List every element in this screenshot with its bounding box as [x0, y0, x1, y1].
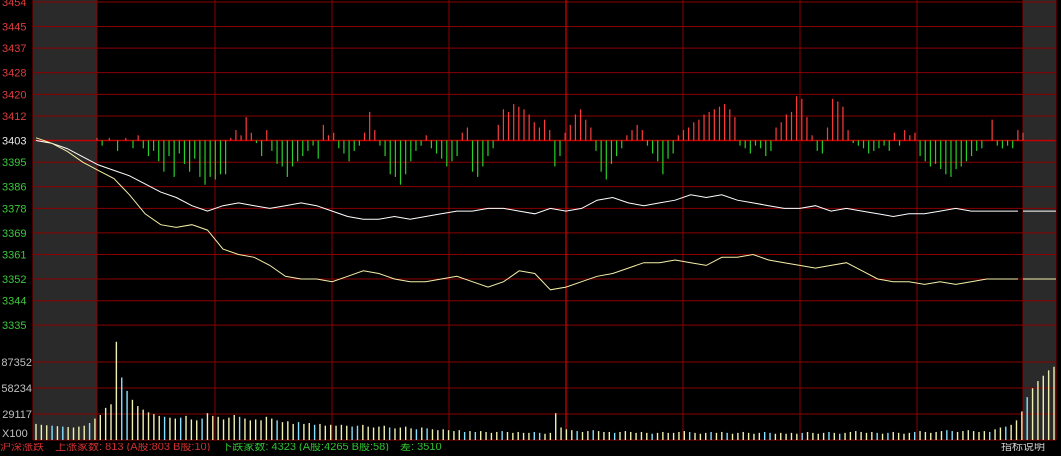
- session-shade: [33, 0, 1056, 440]
- volume-scale-label: X100: [2, 428, 28, 440]
- series-line-0: [35, 140, 1018, 220]
- status-diff: 差: 3510: [399, 443, 442, 451]
- price-tick-label: 3437: [2, 43, 26, 55]
- price-tick-label: 3412: [2, 111, 26, 123]
- price-tick-label: 3369: [2, 228, 26, 240]
- price-tick-label: 3428: [2, 68, 26, 80]
- post-session-shade: [1023, 0, 1056, 440]
- breadth-bars: [96, 96, 1024, 185]
- axis-ticks: 3454 3445 3437 3428 3420 3412 3403 3395 3386 3378…: [1, 0, 32, 421]
- intraday-chart[interactable]: 3454 3445 3437 3428 3420 3412 3403 3395 3386 3378…: [0, 0, 1061, 451]
- price-tick-label: 3361: [2, 250, 26, 262]
- price-tick-label: 3352: [2, 274, 26, 286]
- indicator-help-link[interactable]: 指标说明: [1001, 443, 1045, 451]
- chart-canvas[interactable]: 3454 3445 3437 3428 3420 3412 3403 3395 3386 3378…: [0, 0, 1061, 451]
- volume-bars: [35, 341, 1055, 440]
- status-up-count: 上涨家数: 813 (A股:803 B股:10): [55, 443, 211, 451]
- price-tick-label: 3420: [2, 89, 26, 101]
- series-line-1: [35, 137, 1018, 291]
- price-tick-label: 3386: [2, 182, 26, 194]
- price-tick-label: 3445: [2, 21, 26, 33]
- price-tick-label: 3454: [2, 0, 26, 9]
- price-tick-label: 3378: [2, 203, 26, 215]
- price-tick-label: 3335: [2, 320, 26, 332]
- breadth-status-bar: 沪深涨跌 上涨家数: 813 (A股:803 B股:10) 下跌家数: 4323…: [0, 443, 1061, 451]
- grid-lines: [32, 0, 1057, 441]
- price-tick-label: 3395: [2, 157, 26, 169]
- pre-session-shade: [33, 0, 97, 440]
- status-title: 沪深涨跌: [0, 443, 44, 451]
- volume-tick-label: 29117: [2, 409, 32, 421]
- status-down-count: 下跌家数: 4323 (A股:4265 B股:58): [221, 443, 389, 451]
- volume-tick-label: 87352: [1, 357, 32, 369]
- price-tick-label: 3344: [2, 296, 26, 308]
- volume-tick-label: 58234: [1, 383, 32, 395]
- price-tick-label: 3403: [2, 135, 26, 147]
